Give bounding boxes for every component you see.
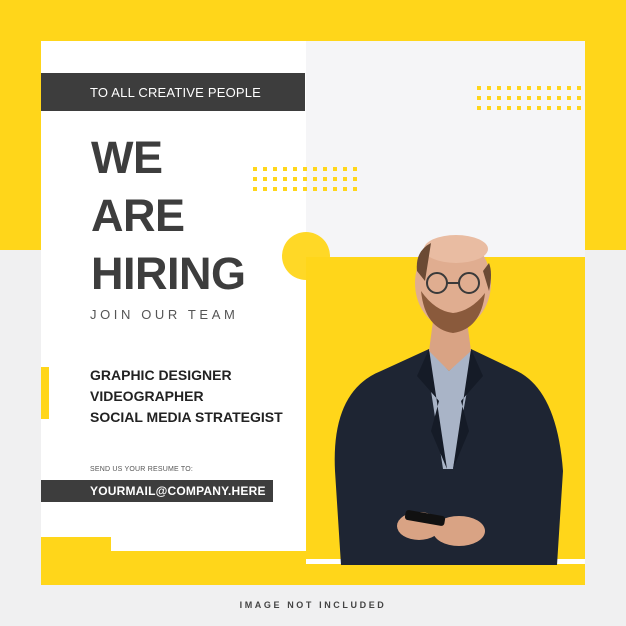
pattern-dot xyxy=(527,96,531,100)
man-in-suit-photo xyxy=(334,235,563,565)
pattern-dot xyxy=(253,167,257,171)
roles-list: GRAPHIC DESIGNER VIDEOGRAPHER SOCIAL MED… xyxy=(90,365,283,428)
headline-line-3: HIRING xyxy=(91,248,246,299)
pattern-dot xyxy=(293,187,297,191)
pattern-dot xyxy=(253,177,257,181)
pattern-dot xyxy=(487,86,491,90)
dot-pattern-middle xyxy=(253,167,357,191)
pattern-dot xyxy=(507,86,511,90)
footer-note: IMAGE NOT INCLUDED xyxy=(239,600,387,610)
pattern-dot xyxy=(263,187,267,191)
pattern-dot xyxy=(343,167,347,171)
hiring-poster: TO ALL CREATIVE PEOPLE WE ARE HIRING JOI… xyxy=(41,41,585,585)
pattern-dot xyxy=(567,86,571,90)
bottom-yellow-notch xyxy=(41,537,111,551)
pattern-dot xyxy=(323,177,327,181)
pattern-dot xyxy=(273,187,277,191)
pattern-dot xyxy=(557,106,561,110)
pattern-dot xyxy=(343,187,347,191)
pattern-dot xyxy=(293,177,297,181)
pattern-dot xyxy=(283,167,287,171)
pattern-dot xyxy=(537,86,541,90)
pattern-dot xyxy=(577,96,581,100)
pattern-dot xyxy=(557,86,561,90)
pattern-dot xyxy=(547,86,551,90)
pattern-dot xyxy=(517,106,521,110)
role-item: GRAPHIC DESIGNER xyxy=(90,367,232,383)
pattern-dot xyxy=(477,106,481,110)
pattern-dot xyxy=(537,96,541,100)
pattern-dot xyxy=(487,106,491,110)
pattern-dot xyxy=(323,187,327,191)
pattern-dot xyxy=(497,96,501,100)
pattern-dot xyxy=(487,96,491,100)
accent-circle xyxy=(282,232,330,280)
pattern-dot xyxy=(273,167,277,171)
pattern-dot xyxy=(547,106,551,110)
subheadline: JOIN OUR TEAM xyxy=(90,307,239,322)
pattern-dot xyxy=(507,106,511,110)
pattern-dot xyxy=(527,86,531,90)
pattern-dot xyxy=(517,96,521,100)
pattern-dot xyxy=(547,96,551,100)
pattern-dot xyxy=(537,106,541,110)
pattern-dot xyxy=(333,187,337,191)
role-item: VIDEOGRAPHER xyxy=(90,388,204,404)
role-item: SOCIAL MEDIA STRATEGIST xyxy=(90,409,283,425)
pattern-dot xyxy=(283,177,287,181)
pattern-dot xyxy=(343,177,347,181)
pattern-dot xyxy=(303,187,307,191)
pattern-dot xyxy=(263,177,267,181)
pattern-dot xyxy=(557,96,561,100)
side-accent-bar xyxy=(41,367,49,419)
pattern-dot xyxy=(353,187,357,191)
pattern-dot xyxy=(577,86,581,90)
resume-label: SEND US YOUR RESUME TO: xyxy=(90,466,194,473)
pattern-dot xyxy=(313,177,317,181)
pattern-dot xyxy=(507,96,511,100)
pattern-dot xyxy=(353,167,357,171)
dot-pattern-top xyxy=(477,86,585,110)
pattern-dot xyxy=(323,167,327,171)
pattern-dot xyxy=(477,86,481,90)
pattern-dot xyxy=(293,167,297,171)
pattern-dot xyxy=(353,177,357,181)
pattern-dot xyxy=(577,106,581,110)
pattern-dot xyxy=(567,106,571,110)
headline-line-2: ARE xyxy=(91,190,185,241)
pattern-dot xyxy=(477,96,481,100)
pattern-dot xyxy=(303,167,307,171)
pattern-dot xyxy=(517,86,521,90)
pattern-dot xyxy=(273,177,277,181)
pattern-dot xyxy=(497,106,501,110)
pattern-dot xyxy=(283,187,287,191)
pattern-dot xyxy=(333,167,337,171)
pattern-dot xyxy=(527,106,531,110)
pattern-dot xyxy=(497,86,501,90)
pattern-dot xyxy=(303,177,307,181)
email-address: YOURMAIL@COMPANY.HERE xyxy=(90,484,266,498)
headline-line-1: WE xyxy=(91,132,163,183)
tagline: TO ALL CREATIVE PEOPLE xyxy=(90,85,262,100)
pattern-dot xyxy=(567,96,571,100)
pattern-dot xyxy=(313,167,317,171)
pattern-dot xyxy=(263,167,267,171)
pattern-dot xyxy=(333,177,337,181)
pattern-dot xyxy=(253,187,257,191)
pattern-dot xyxy=(313,187,317,191)
